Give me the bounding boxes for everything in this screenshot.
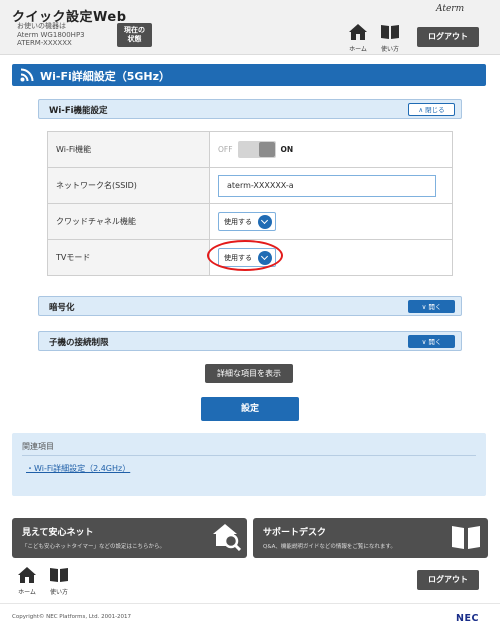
home-icon bbox=[18, 567, 36, 583]
wifi-icon bbox=[20, 68, 34, 82]
row-label: TVモード bbox=[47, 239, 210, 276]
nec-logo: NEC bbox=[456, 613, 479, 624]
related-title: 関連項目 bbox=[22, 442, 54, 451]
footer-home-button[interactable]: ホーム bbox=[12, 567, 42, 596]
chevron-down-icon bbox=[258, 214, 272, 229]
wifi-function-switch[interactable]: OFF ON bbox=[218, 141, 293, 158]
header: クイック設定Web お使いの機器は Aterm WG1800HP3 ATERM-… bbox=[0, 0, 500, 55]
switch-track[interactable] bbox=[237, 141, 276, 158]
banner-title: サポートデスク bbox=[263, 528, 327, 538]
expand-label: 開く bbox=[428, 303, 442, 311]
switch-knob[interactable] bbox=[258, 142, 275, 157]
mieru-anshin-banner[interactable]: 見えて安心ネット 「こども安心ネットタイマー」などの設定はこちらから。 bbox=[12, 518, 247, 558]
select-value: 使用する bbox=[224, 217, 252, 226]
section-title: 暗号化 bbox=[49, 303, 75, 313]
select-value: 使用する bbox=[224, 253, 252, 262]
device-model: Aterm WG1800HP3 bbox=[17, 30, 85, 39]
section-title: Wi-Fi機能設定 bbox=[49, 106, 108, 116]
device-name: ATERM-XXXXXX bbox=[17, 39, 72, 47]
home-icon bbox=[349, 24, 367, 40]
table-row: Wi-Fi機能 OFF ON bbox=[47, 131, 453, 168]
book-icon bbox=[381, 25, 399, 39]
home-label: ホーム bbox=[18, 589, 36, 596]
table-row: ネットワーク名(SSID) bbox=[47, 167, 453, 204]
device-info: お使いの機器は Aterm WG1800HP3 ATERM-XXXXXX bbox=[17, 22, 85, 48]
expand-button[interactable]: ∨ 開く bbox=[408, 335, 455, 348]
quad-channel-select[interactable]: 使用する bbox=[218, 212, 276, 231]
footer-divider bbox=[0, 603, 500, 604]
table-row: クワッドチャネル機能 使用する bbox=[47, 203, 453, 240]
expand-button[interactable]: ∨ 開く bbox=[408, 300, 455, 313]
table-row: TVモード 使用する bbox=[47, 239, 453, 276]
banner-subtitle: Q&A、機能説明ガイドなどの情報をご覧になれます。 bbox=[263, 544, 396, 550]
section-encryption[interactable]: 暗号化 ∨ 開く bbox=[38, 296, 462, 316]
footer-manual-button[interactable]: 使い方 bbox=[44, 567, 74, 596]
book-icon bbox=[50, 568, 68, 582]
home-search-icon bbox=[213, 524, 241, 551]
expand-label: 開く bbox=[428, 338, 442, 346]
switch-off-label: OFF bbox=[218, 145, 233, 154]
row-value: 使用する bbox=[209, 203, 453, 240]
current-status-button[interactable]: 現在の 状態 bbox=[117, 23, 152, 47]
row-label: Wi-Fi機能 bbox=[47, 131, 210, 168]
footer-logout-button[interactable]: ログアウト bbox=[417, 570, 479, 590]
banner-title: 見えて安心ネット bbox=[22, 528, 94, 538]
section-title: 子機の接続制限 bbox=[49, 338, 109, 348]
support-desk-banner[interactable]: サポートデスク Q&A、機能説明ガイドなどの情報をご覧になれます。 bbox=[253, 518, 488, 558]
manual-label: 使い方 bbox=[380, 46, 399, 53]
row-value bbox=[209, 167, 453, 204]
show-details-button[interactable]: 詳細な項目を表示 bbox=[205, 364, 293, 383]
section-wifi-function[interactable]: Wi-Fi機能設定 ∧ 閉じる bbox=[38, 99, 462, 119]
collapse-button[interactable]: ∧ 閉じる bbox=[408, 103, 455, 116]
related-link-24ghz[interactable]: ・Wi-Fi詳細設定（2.4GHz） bbox=[26, 463, 130, 474]
related-items-panel: 関連項目 ・Wi-Fi詳細設定（2.4GHz） bbox=[12, 433, 486, 496]
wifi-settings-table: Wi-Fi機能 OFF ON ネットワーク名(SSID) クワッドチャネル機能 … bbox=[47, 131, 453, 276]
book-icon bbox=[452, 526, 480, 549]
page-title-bar: Wi-Fi詳細設定（5GHz） bbox=[12, 64, 486, 86]
copyright: Copyright© NEC Platforms, Ltd. 2001-2017 bbox=[12, 614, 132, 620]
brand-logo: Aterm bbox=[436, 4, 465, 14]
manual-label: 使い方 bbox=[49, 589, 68, 596]
status-button-label-2: 状態 bbox=[127, 35, 142, 43]
tv-mode-select[interactable]: 使用する bbox=[218, 248, 276, 267]
switch-on-label: ON bbox=[280, 145, 294, 154]
row-value: OFF ON bbox=[209, 131, 453, 168]
home-label: ホーム bbox=[349, 46, 367, 53]
banner-subtitle: 「こども安心ネットタイマー」などの設定はこちらから。 bbox=[22, 544, 166, 550]
row-label: ネットワーク名(SSID) bbox=[47, 167, 210, 204]
row-label: クワッドチャネル機能 bbox=[47, 203, 210, 240]
home-nav-button[interactable]: ホーム bbox=[343, 24, 373, 53]
ssid-input[interactable] bbox=[218, 174, 436, 197]
page-title: Wi-Fi詳細設定（5GHz） bbox=[40, 70, 171, 83]
logout-button[interactable]: ログアウト bbox=[417, 27, 479, 47]
chevron-down-icon bbox=[258, 250, 272, 265]
related-link-text[interactable]: Wi-Fi詳細設定（2.4GHz） bbox=[34, 464, 130, 473]
manual-nav-button[interactable]: 使い方 bbox=[375, 24, 405, 53]
status-button-label-1: 現在の bbox=[124, 26, 145, 34]
collapse-label: 閉じる bbox=[425, 106, 445, 114]
divider bbox=[22, 455, 476, 456]
device-info-line: お使いの機器は bbox=[17, 22, 66, 30]
section-client-limit[interactable]: 子機の接続制限 ∨ 開く bbox=[38, 331, 462, 351]
row-value: 使用する bbox=[209, 239, 453, 276]
save-button[interactable]: 設定 bbox=[201, 397, 299, 421]
